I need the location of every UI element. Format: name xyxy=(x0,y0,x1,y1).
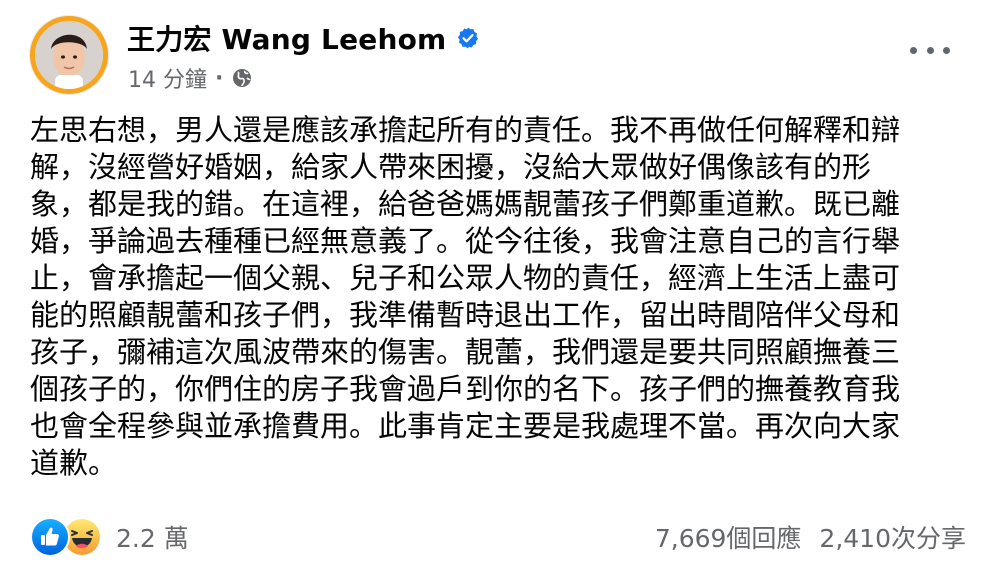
post-line: 個孩子的，你們住的房子我會過戶到你的名下。孩子們的撫養教育我 xyxy=(30,372,901,406)
more-dot xyxy=(926,46,934,54)
post-line: 道歉。 xyxy=(30,446,118,480)
reactions-summary[interactable]: 2.2 萬 xyxy=(30,517,189,557)
author-avatar[interactable] xyxy=(30,16,108,94)
post-line: 解，沒經營好婚姻，給家人帶來困擾，沒給大眾做好偶像該有的形 xyxy=(30,150,872,184)
more-horizontal-icon xyxy=(910,46,917,54)
post-line: 止，會承擔起一個父親、兒子和公眾人物的責任，經濟上生活上盡可 xyxy=(30,261,901,295)
author-name[interactable]: 王力宏 Wang Leehom xyxy=(127,18,446,58)
verified-badge-icon xyxy=(456,26,480,50)
avatar-photo xyxy=(35,21,103,89)
post-line: 婚，爭論過去種種已經無意義了。從今往後，我會注意自己的言行舉 xyxy=(30,224,901,258)
post-meta: 14 分鐘 · xyxy=(128,62,253,94)
post-line: 也會全程參與並承擔費用。此事肯定主要是我處理不當。再次向大家 xyxy=(30,409,901,443)
author-header: 王力宏 Wang Leehom xyxy=(127,20,480,56)
like-icon xyxy=(30,517,70,557)
comments-count-link[interactable]: 7,669個回應 xyxy=(655,519,802,555)
post-time[interactable]: 14 分鐘 xyxy=(128,62,207,94)
post-line: 孩子，彌補這次風波帶來的傷害。靚蕾，我們還是要共同照顧撫養三 xyxy=(30,335,901,369)
engagement-stats: 7,669個回應 2,410次分享 xyxy=(655,519,966,555)
shares-count-link[interactable]: 2,410次分享 xyxy=(819,519,966,555)
post-body: 左思右想，男人還是應該承擔起所有的責任。我不再做任何解釋和辯 解，沒經營好婚姻，… xyxy=(30,112,960,482)
meta-separator: · xyxy=(215,65,224,91)
post-line: 能的照顧靚蕾和孩子們，我準備暫時退出工作，留出時間陪伴父母和 xyxy=(30,298,901,332)
post-footer: 2.2 萬 7,669個回應 2,410次分享 xyxy=(30,515,966,559)
globe-icon[interactable] xyxy=(231,67,253,89)
post-line: 左思右想，男人還是應該承擔起所有的責任。我不再做任何解釋和辯 xyxy=(30,113,901,147)
reaction-count: 2.2 萬 xyxy=(116,524,189,553)
more-options-button[interactable] xyxy=(910,40,950,60)
more-dot xyxy=(943,46,950,54)
post-line: 象，都是我的錯。在這裡，給爸爸媽媽靚蕾孩子們鄭重道歉。既已離 xyxy=(30,187,901,221)
